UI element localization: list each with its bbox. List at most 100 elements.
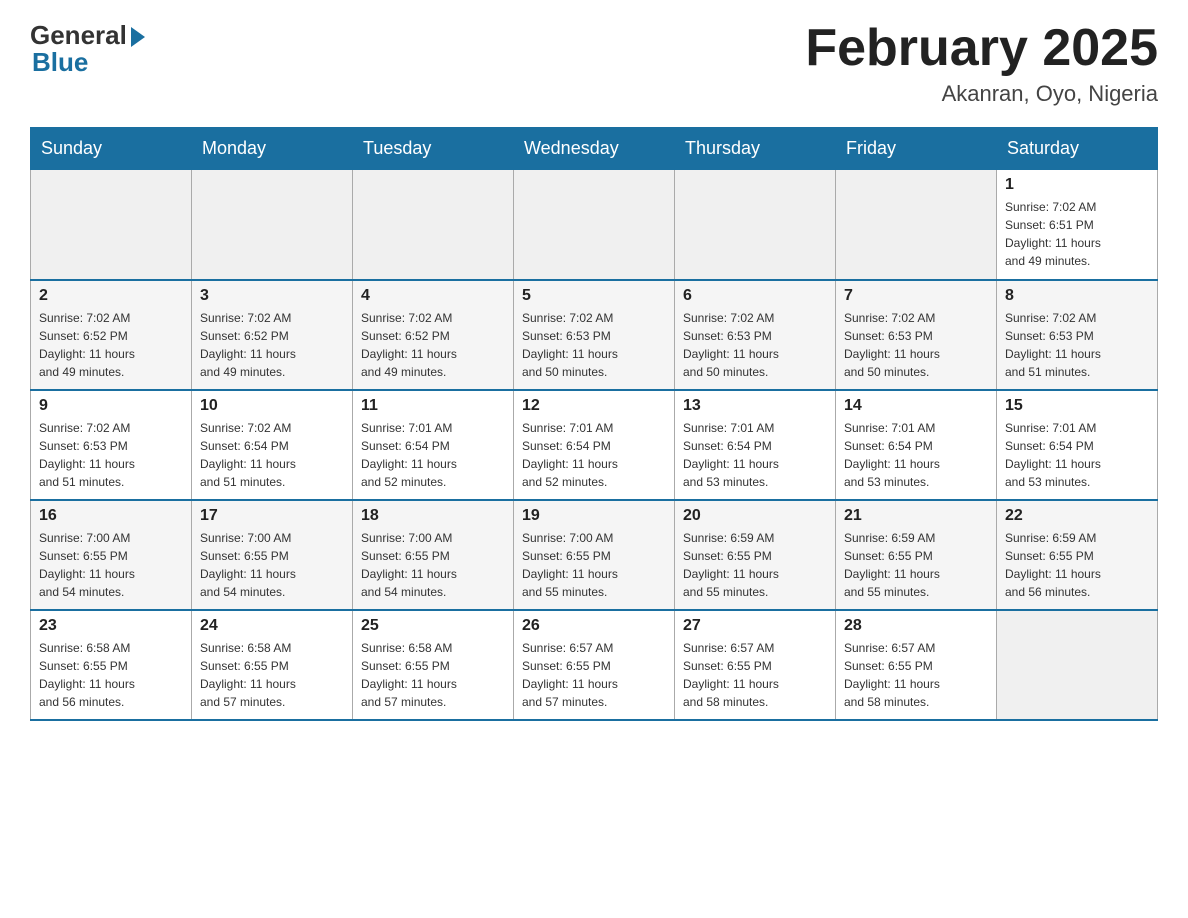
day-info: Sunrise: 7:01 AM Sunset: 6:54 PM Dayligh… (844, 419, 988, 491)
day-header-friday: Friday (836, 128, 997, 170)
calendar-cell: 20 Sunrise: 6:59 AM Sunset: 6:55 PM Dayli… (675, 500, 836, 610)
day-number: 23 (39, 617, 183, 635)
month-title: February 2025 (805, 20, 1158, 77)
day-number: 24 (200, 617, 344, 635)
calendar-cell: 18 Sunrise: 7:00 AM Sunset: 6:55 PM Dayli… (353, 500, 514, 610)
calendar-cell: 25Sunrise: 6:58 AM Sunset: 6:55 PM Dayli… (353, 610, 514, 720)
day-number: 8 (1005, 287, 1149, 305)
day-info: Sunrise: 7:02 AM Sunset: 6:53 PM Dayligh… (683, 309, 827, 381)
calendar-cell: 19 Sunrise: 7:00 AM Sunset: 6:55 PM Dayli… (514, 500, 675, 610)
calendar-week-2: 2 Sunrise: 7:02 AM Sunset: 6:52 PM Daylig… (31, 280, 1158, 390)
calendar-week-1: 1 Sunrise: 7:02 AM Sunset: 6:51 PM Daylig… (31, 170, 1158, 280)
calendar-cell: 22 Sunrise: 6:59 AM Sunset: 6:55 PM Dayli… (997, 500, 1158, 610)
calendar-cell (514, 170, 675, 280)
day-header-sunday: Sunday (31, 128, 192, 170)
day-number: 9 (39, 397, 183, 415)
day-info: Sunrise: 6:57 AM Sunset: 6:55 PM Dayligh… (844, 639, 988, 711)
calendar-cell: 21 Sunrise: 6:59 AM Sunset: 6:55 PM Dayli… (836, 500, 997, 610)
day-number: 28 (844, 617, 988, 635)
calendar-cell: 8 Sunrise: 7:02 AM Sunset: 6:53 PM Daylig… (997, 280, 1158, 390)
day-number: 22 (1005, 507, 1149, 525)
calendar-cell (31, 170, 192, 280)
day-number: 11 (361, 397, 505, 415)
calendar-cell: 14 Sunrise: 7:01 AM Sunset: 6:54 PM Dayli… (836, 390, 997, 500)
day-number: 26 (522, 617, 666, 635)
calendar-cell: 26 Sunrise: 6:57 AM Sunset: 6:55 PM Dayli… (514, 610, 675, 720)
day-info: Sunrise: 7:00 AM Sunset: 6:55 PM Dayligh… (361, 529, 505, 601)
day-header-wednesday: Wednesday (514, 128, 675, 170)
day-number: 10 (200, 397, 344, 415)
calendar-cell: 13 Sunrise: 7:01 AM Sunset: 6:54 PM Dayli… (675, 390, 836, 500)
day-info: Sunrise: 6:58 AM Sunset: 6:55 PM Dayligh… (200, 639, 344, 711)
day-info: Sunrise: 7:01 AM Sunset: 6:54 PM Dayligh… (522, 419, 666, 491)
calendar-cell: 17Sunrise: 7:00 AM Sunset: 6:55 PM Dayli… (192, 500, 353, 610)
calendar-cell: 4 Sunrise: 7:02 AM Sunset: 6:52 PM Daylig… (353, 280, 514, 390)
logo-blue-text: Blue (32, 47, 88, 78)
day-info: Sunrise: 6:59 AM Sunset: 6:55 PM Dayligh… (1005, 529, 1149, 601)
day-info: Sunrise: 7:02 AM Sunset: 6:52 PM Dayligh… (200, 309, 344, 381)
day-number: 12 (522, 397, 666, 415)
day-info: Sunrise: 6:57 AM Sunset: 6:55 PM Dayligh… (683, 639, 827, 711)
day-info: Sunrise: 7:01 AM Sunset: 6:54 PM Dayligh… (361, 419, 505, 491)
day-info: Sunrise: 7:00 AM Sunset: 6:55 PM Dayligh… (522, 529, 666, 601)
day-number: 5 (522, 287, 666, 305)
day-number: 2 (39, 287, 183, 305)
calendar-cell: 3Sunrise: 7:02 AM Sunset: 6:52 PM Daylig… (192, 280, 353, 390)
day-info: Sunrise: 7:02 AM Sunset: 6:53 PM Dayligh… (522, 309, 666, 381)
day-info: Sunrise: 7:02 AM Sunset: 6:53 PM Dayligh… (39, 419, 183, 491)
day-info: Sunrise: 7:01 AM Sunset: 6:54 PM Dayligh… (683, 419, 827, 491)
day-number: 19 (522, 507, 666, 525)
calendar-cell (192, 170, 353, 280)
day-header-saturday: Saturday (997, 128, 1158, 170)
day-number: 1 (1005, 176, 1149, 194)
calendar-cell: 10 Sunrise: 7:02 AM Sunset: 6:54 PM Dayli… (192, 390, 353, 500)
calendar-cell: 12 Sunrise: 7:01 AM Sunset: 6:54 PM Dayli… (514, 390, 675, 500)
day-number: 7 (844, 287, 988, 305)
logo: General Blue (30, 20, 145, 78)
calendar-cell: 6 Sunrise: 7:02 AM Sunset: 6:53 PM Daylig… (675, 280, 836, 390)
calendar-week-5: 23 Sunrise: 6:58 AM Sunset: 6:55 PM Dayli… (31, 610, 1158, 720)
day-number: 27 (683, 617, 827, 635)
page-header: General Blue February 2025 Akanran, Oyo,… (30, 20, 1158, 107)
calendar-cell (675, 170, 836, 280)
day-number: 17 (200, 507, 344, 525)
day-number: 20 (683, 507, 827, 525)
day-info: Sunrise: 7:00 AM Sunset: 6:55 PM Dayligh… (39, 529, 183, 601)
day-number: 18 (361, 507, 505, 525)
calendar-cell (997, 610, 1158, 720)
calendar-cell: 28 Sunrise: 6:57 AM Sunset: 6:55 PM Dayli… (836, 610, 997, 720)
day-header-tuesday: Tuesday (353, 128, 514, 170)
calendar-week-3: 9 Sunrise: 7:02 AM Sunset: 6:53 PM Daylig… (31, 390, 1158, 500)
day-info: Sunrise: 6:57 AM Sunset: 6:55 PM Dayligh… (522, 639, 666, 711)
day-info: Sunrise: 6:58 AM Sunset: 6:55 PM Dayligh… (39, 639, 183, 711)
day-info: Sunrise: 7:02 AM Sunset: 6:52 PM Dayligh… (361, 309, 505, 381)
day-info: Sunrise: 7:02 AM Sunset: 6:52 PM Dayligh… (39, 309, 183, 381)
calendar-cell (836, 170, 997, 280)
day-number: 14 (844, 397, 988, 415)
calendar-cell: 23 Sunrise: 6:58 AM Sunset: 6:55 PM Dayli… (31, 610, 192, 720)
calendar-header-row: SundayMondayTuesdayWednesdayThursdayFrid… (31, 128, 1158, 170)
title-area: February 2025 Akanran, Oyo, Nigeria (805, 20, 1158, 107)
day-info: Sunrise: 7:01 AM Sunset: 6:54 PM Dayligh… (1005, 419, 1149, 491)
day-info: Sunrise: 7:02 AM Sunset: 6:53 PM Dayligh… (1005, 309, 1149, 381)
day-number: 21 (844, 507, 988, 525)
calendar-cell: 5 Sunrise: 7:02 AM Sunset: 6:53 PM Daylig… (514, 280, 675, 390)
calendar-cell: 9 Sunrise: 7:02 AM Sunset: 6:53 PM Daylig… (31, 390, 192, 500)
day-info: Sunrise: 6:59 AM Sunset: 6:55 PM Dayligh… (683, 529, 827, 601)
day-number: 13 (683, 397, 827, 415)
calendar-cell: 16Sunrise: 7:00 AM Sunset: 6:55 PM Dayli… (31, 500, 192, 610)
day-info: Sunrise: 7:02 AM Sunset: 6:51 PM Dayligh… (1005, 198, 1149, 270)
logo-arrow-icon (131, 27, 145, 47)
day-number: 4 (361, 287, 505, 305)
calendar-cell: 2 Sunrise: 7:02 AM Sunset: 6:52 PM Daylig… (31, 280, 192, 390)
day-header-thursday: Thursday (675, 128, 836, 170)
calendar-cell: 15Sunrise: 7:01 AM Sunset: 6:54 PM Dayli… (997, 390, 1158, 500)
day-info: Sunrise: 6:58 AM Sunset: 6:55 PM Dayligh… (361, 639, 505, 711)
day-info: Sunrise: 6:59 AM Sunset: 6:55 PM Dayligh… (844, 529, 988, 601)
calendar-cell: 24 Sunrise: 6:58 AM Sunset: 6:55 PM Dayli… (192, 610, 353, 720)
calendar-cell: 11 Sunrise: 7:01 AM Sunset: 6:54 PM Dayli… (353, 390, 514, 500)
day-info: Sunrise: 7:02 AM Sunset: 6:54 PM Dayligh… (200, 419, 344, 491)
day-header-monday: Monday (192, 128, 353, 170)
day-number: 6 (683, 287, 827, 305)
location-text: Akanran, Oyo, Nigeria (805, 81, 1158, 107)
